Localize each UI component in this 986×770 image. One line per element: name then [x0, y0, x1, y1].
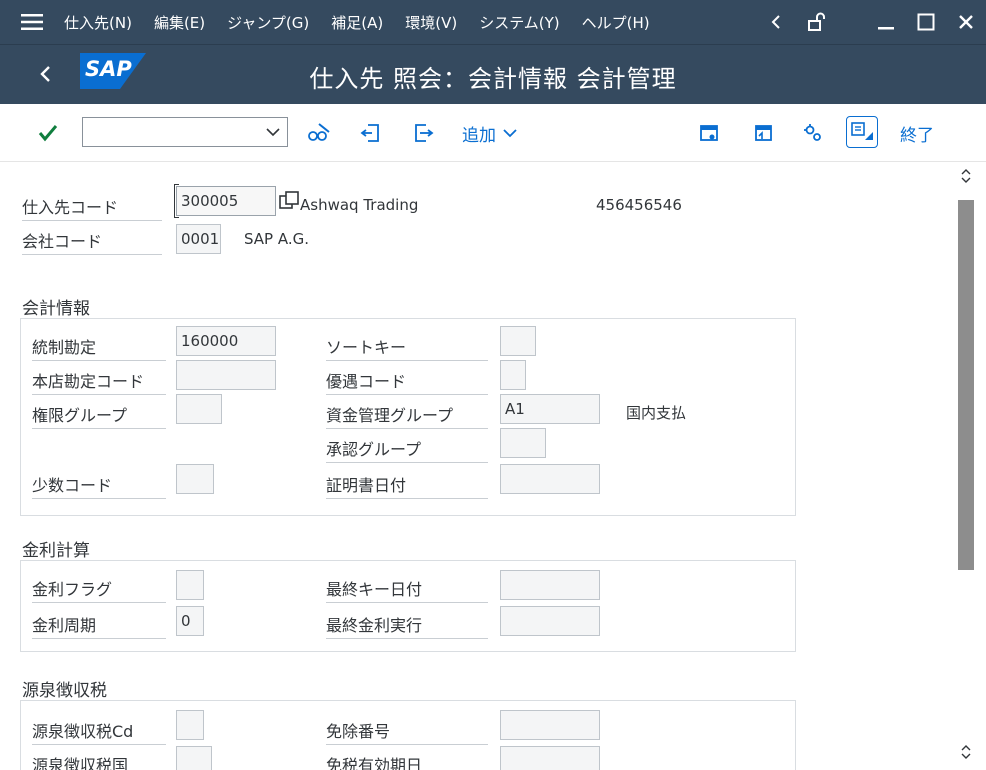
maximize-icon[interactable] [906, 0, 946, 44]
cash-mgmt-group-desc: 国内支払 [626, 404, 687, 422]
minimize-icon[interactable] [866, 0, 906, 44]
approval-group-field[interactable] [500, 428, 546, 458]
screen-selection-icon[interactable] [846, 116, 878, 148]
exit-label: 終了 [900, 125, 934, 146]
menu-edit[interactable]: 編集(E) [154, 12, 205, 33]
last-interest-run-label: 最終金利実行 [326, 612, 488, 639]
company-code-label: 会社コード [22, 228, 162, 255]
menu-goto[interactable]: ジャンプ(G) [227, 12, 309, 33]
last-key-date-field[interactable] [500, 570, 600, 600]
next-screen-icon[interactable] [410, 120, 436, 146]
accounting-section-title: 会計情報 [22, 299, 90, 319]
exemption-number-field[interactable] [500, 710, 600, 740]
recon-account-field[interactable]: 160000 [176, 326, 276, 356]
vendor-name: Ashwaq Trading [300, 196, 419, 214]
head-office-label: 本店勘定コード [32, 368, 166, 395]
interest-flag-field[interactable] [176, 570, 204, 600]
vendor-code-field[interactable]: 300005 [176, 186, 276, 216]
command-field[interactable] [82, 117, 288, 147]
page-title: 仕入先 照会：会計情報 会計管理 [309, 65, 677, 93]
exemption-valid-date-label: 免税有効期日 [326, 756, 423, 770]
settings-icon[interactable] [800, 120, 826, 146]
withholding-section-title: 源泉徴収税 [22, 681, 107, 701]
hamburger-menu-icon[interactable] [0, 0, 64, 44]
menu-extras[interactable]: 補足(A) [331, 12, 383, 33]
new-window-icon[interactable] [696, 120, 722, 146]
interest-flag-label: 金利フラグ [32, 576, 166, 603]
vendor-number: 456456546 [596, 196, 682, 214]
scroll-up-icon[interactable] [958, 166, 974, 186]
menu-bar: 仕入先(N) 編集(E) ジャンプ(G) 補足(A) 環境(V) システム(Y)… [0, 0, 986, 44]
cert-date-label: 証明書日付 [326, 472, 488, 499]
vendor-code-label: 仕入先コード [22, 194, 162, 221]
chevron-down-icon[interactable] [265, 124, 281, 143]
sort-key-field[interactable] [500, 326, 536, 356]
preference-code-field[interactable] [500, 360, 526, 390]
withholding-code-label: 源泉徴収税Cd [32, 718, 166, 745]
company-code-field[interactable]: 0001 [176, 224, 221, 254]
menu-vendor[interactable]: 仕入先(N) [64, 12, 132, 33]
copy-icon[interactable] [278, 190, 302, 216]
close-icon[interactable] [946, 0, 986, 44]
auth-group-label: 権限グループ [32, 402, 166, 429]
interest-cycle-field[interactable]: 0 [176, 606, 204, 636]
unlock-icon[interactable] [796, 0, 836, 44]
title-bar: SAP 仕入先 照会：会計情報 会計管理 [0, 44, 986, 104]
menu-system[interactable]: システム(Y) [479, 12, 559, 33]
add-menu-button[interactable]: 追加 [462, 118, 518, 148]
withholding-code-field[interactable] [176, 710, 204, 740]
withholding-country-field[interactable] [176, 746, 212, 770]
last-interest-run-field[interactable] [500, 606, 600, 636]
toolbar: 追加 終了 [0, 104, 986, 162]
recon-account-label: 統制勘定 [32, 334, 166, 361]
enter-check-icon[interactable] [36, 121, 60, 145]
exit-button[interactable]: 終了 [900, 118, 934, 148]
cert-date-field[interactable] [500, 464, 600, 494]
focus-bracket [174, 184, 179, 218]
chevron-left-icon[interactable] [756, 0, 796, 44]
scroll-down-icon[interactable] [958, 742, 974, 762]
withholding-country-label: 源泉徴収税国 [32, 756, 129, 770]
interest-cycle-label: 金利周期 [32, 612, 166, 639]
vertical-scrollbar[interactable] [958, 162, 986, 770]
company-name: SAP A.G. [244, 230, 310, 248]
last-key-date-label: 最終キー日付 [326, 576, 488, 603]
head-office-field[interactable] [176, 360, 276, 390]
menu-environment[interactable]: 環境(V) [405, 12, 457, 33]
cash-mgmt-group-field[interactable]: A1 [500, 394, 600, 424]
previous-screen-icon[interactable] [358, 120, 384, 146]
generate-shortcut-icon[interactable] [750, 120, 776, 146]
preference-code-label: 優遇コード [326, 368, 488, 395]
menu-help[interactable]: ヘルプ(H) [582, 12, 650, 33]
interest-section-title: 金利計算 [22, 541, 90, 561]
main-content: 仕入先コード 300005 Ashwaq Trading 456456546 会… [0, 162, 958, 770]
approval-group-label: 承認グループ [326, 436, 488, 463]
cash-mgmt-group-label: 資金管理グループ [326, 402, 488, 429]
minority-code-label: 少数コード [32, 472, 166, 499]
minority-code-field[interactable] [176, 464, 214, 494]
scrollbar-thumb[interactable] [958, 200, 974, 570]
window-controls [756, 0, 986, 44]
sort-key-label: ソートキー [326, 334, 488, 361]
auth-group-field[interactable] [176, 394, 222, 424]
add-label: 追加 [462, 125, 496, 146]
edit-glasses-icon[interactable] [306, 120, 332, 146]
exemption-valid-date-field[interactable] [500, 746, 600, 770]
exemption-number-label: 免除番号 [326, 718, 488, 745]
